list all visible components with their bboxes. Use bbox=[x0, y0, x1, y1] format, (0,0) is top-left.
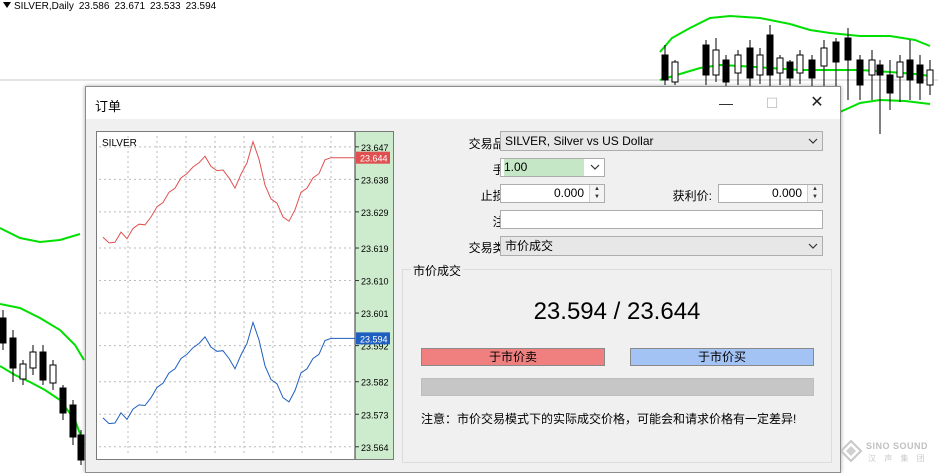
tick-chart-svg: 23.647 23.638 23.629 23.619 23.610 23.601 23.5… bbox=[99, 132, 393, 459]
symbol-select-value: SILVER, Silver vs US Dollar bbox=[505, 134, 654, 148]
spin-down-icon[interactable]: ▼ bbox=[590, 193, 604, 201]
y-tick-label: 23.610 bbox=[361, 277, 389, 287]
tick-chart-symbol: SILVER bbox=[102, 138, 137, 149]
stop-loss-input[interactable]: 0.000 ▲ ▼ bbox=[500, 184, 605, 203]
execution-progress-bar bbox=[421, 378, 814, 396]
tick-chart: 23.647 23.638 23.629 23.619 23.610 23.601 23.5… bbox=[96, 131, 394, 460]
watermark-line1: SINO SOUND bbox=[866, 441, 929, 451]
envelope-lower-right bbox=[839, 98, 931, 113]
order-type-select[interactable]: 市价成交 bbox=[500, 236, 823, 256]
volume-input[interactable]: 1.00 bbox=[500, 158, 605, 177]
stop-loss-value: 0.000 bbox=[553, 186, 584, 200]
order-dialog: 订单 — ☐ ✕ 23.647 23.638 23.629 23.619 23.610 2… bbox=[85, 86, 841, 473]
y-tick-label: 23.564 bbox=[361, 443, 389, 453]
maximize-icon: ☐ bbox=[765, 95, 779, 111]
dialog-title: 订单 bbox=[95, 99, 122, 114]
y-tick-label: 23.601 bbox=[361, 309, 389, 319]
volume-chevron-down-icon[interactable] bbox=[590, 159, 600, 176]
series-line-ask bbox=[102, 140, 355, 244]
y-tick-label: 23.647 bbox=[361, 143, 389, 153]
volume-value: 1.00 bbox=[504, 159, 584, 176]
y-tick-label: 23.619 bbox=[361, 244, 389, 254]
take-profit-input[interactable]: 0.000 ▲ ▼ bbox=[718, 184, 823, 203]
y-tick-label: 23.629 bbox=[361, 208, 389, 218]
spin-down-icon[interactable]: ▼ bbox=[808, 193, 822, 201]
chart-low: 23.533 bbox=[150, 1, 181, 12]
take-profit-label: 获利价: bbox=[672, 189, 712, 203]
series-line-bid bbox=[102, 320, 355, 425]
sell-by-market-button[interactable]: 于市价卖 bbox=[421, 348, 605, 366]
take-profit-spinner[interactable]: ▲ ▼ bbox=[807, 185, 822, 202]
chart-symbol: SILVER,Daily bbox=[14, 1, 74, 12]
market-execution-notice: 注意：市价交易模式下的实际成交价格，可能会和请求价格有一定差异! bbox=[421, 412, 797, 426]
envelope-upper-left bbox=[0, 227, 81, 244]
maximize-button[interactable]: ☐ bbox=[749, 87, 795, 119]
chart-close: 23.594 bbox=[185, 1, 217, 12]
y-tick-label: 23.638 bbox=[361, 175, 389, 185]
bid-ask-price: 23.594 / 23.644 bbox=[533, 298, 701, 325]
dialog-titlebar[interactable]: 订单 — ☐ ✕ bbox=[86, 87, 840, 119]
minimize-button[interactable]: — bbox=[703, 87, 749, 119]
stop-loss-spinner[interactable]: ▲ ▼ bbox=[589, 185, 604, 202]
chart-open: 23.586 bbox=[78, 1, 110, 12]
chart-high: 23.671 bbox=[114, 1, 146, 12]
minimize-icon: — bbox=[719, 95, 733, 111]
market-group-title: 市价成交 bbox=[411, 262, 464, 279]
chart-menu-triangle-icon[interactable] bbox=[3, 2, 11, 8]
order-type-value: 市价成交 bbox=[505, 239, 554, 253]
take-profit-value: 0.000 bbox=[771, 186, 802, 200]
ask-price-tag: 23.644 bbox=[360, 154, 388, 164]
bid-price-tag: 23.594 bbox=[360, 334, 388, 344]
market-execution-group: 市价成交 23.594 / 23.644 于市价卖 于市价买 注意：市价交易模式… bbox=[402, 262, 832, 463]
watermark-line2: 汉 声 集 团 bbox=[868, 454, 928, 463]
comment-input[interactable] bbox=[500, 210, 823, 229]
chevron-down-icon bbox=[808, 138, 818, 144]
envelope-upper-right bbox=[659, 14, 931, 53]
buy-by-market-button[interactable]: 于市价买 bbox=[630, 348, 814, 366]
y-tick-label: 23.573 bbox=[361, 410, 389, 420]
chart-header: SILVER,Daily 23.586 23.671 23.533 23.594 bbox=[3, 1, 221, 12]
symbol-select[interactable]: SILVER, Silver vs US Dollar bbox=[500, 131, 823, 151]
spin-up-icon[interactable]: ▲ bbox=[590, 185, 604, 193]
close-button[interactable]: ✕ bbox=[794, 87, 840, 119]
chevron-down-icon bbox=[808, 243, 818, 249]
close-icon: ✕ bbox=[810, 94, 824, 111]
y-tick-label: 23.582 bbox=[361, 378, 389, 388]
spin-up-icon[interactable]: ▲ bbox=[808, 185, 822, 193]
